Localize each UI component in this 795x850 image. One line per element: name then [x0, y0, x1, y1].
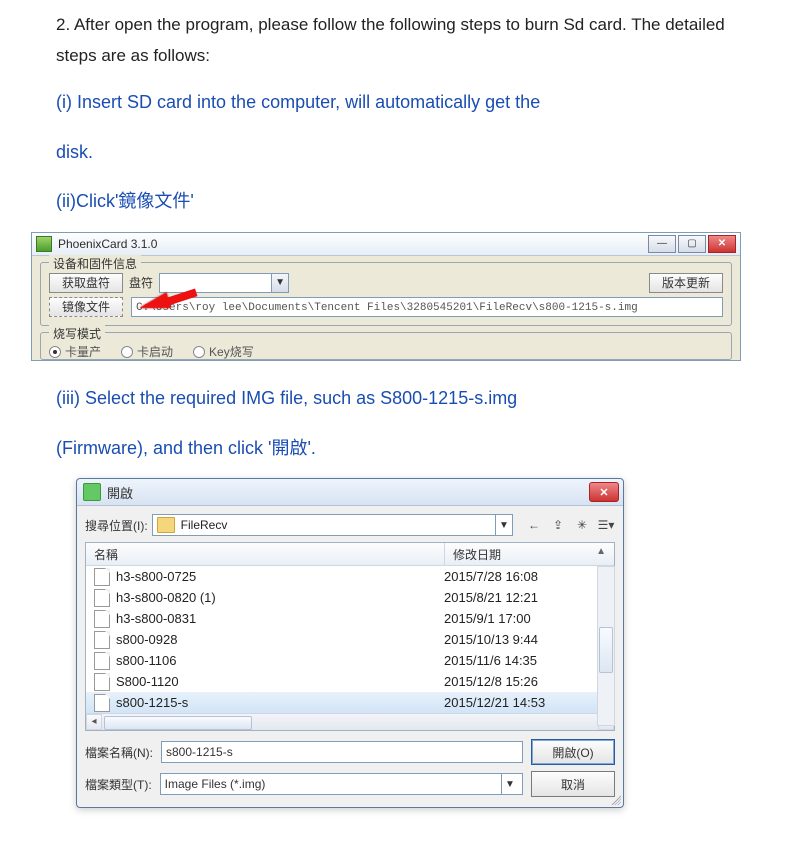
column-headers[interactable]: 名稱 修改日期 ▲ — [86, 543, 614, 566]
file-icon — [94, 694, 110, 712]
radio-mass-production[interactable]: 卡量产 — [49, 345, 101, 359]
app-icon — [36, 236, 52, 252]
cancel-button[interactable]: 取消 — [531, 771, 615, 797]
radio-label: 卡启动 — [137, 345, 173, 359]
file-icon — [94, 589, 110, 607]
file-date: 2015/12/8 15:26 — [436, 671, 614, 692]
file-date: 2015/8/21 12:21 — [436, 587, 614, 608]
doc-step-ii: (ii)Click'鏡像文件' — [56, 182, 739, 222]
radio-label: 卡量产 — [65, 345, 101, 359]
file-icon — [94, 610, 110, 628]
scrollbar-thumb[interactable] — [104, 716, 252, 730]
sort-asc-icon: ▲ — [596, 546, 606, 557]
file-name: h3-s800-0831 — [116, 611, 196, 626]
device-fieldset-legend: 设备和固件信息 — [49, 255, 141, 272]
version-update-button[interactable]: 版本更新 — [649, 273, 723, 293]
doc-step2-intro: 2. After open the program, please follow… — [56, 10, 739, 71]
filetype-combo[interactable]: Image Files (*.img) ▼ — [160, 773, 523, 795]
file-icon — [94, 652, 110, 670]
radio-card-boot[interactable]: 卡启动 — [121, 345, 173, 359]
new-folder-icon[interactable]: ✳ — [573, 516, 591, 534]
file-row[interactable]: s800-1215-s 2015/12/21 14:53 — [86, 692, 614, 713]
file-name: h3-s800-0820 (1) — [116, 590, 216, 605]
burn-mode-fieldset: 烧写模式 卡量产 卡启动 Key烧写 — [40, 332, 732, 360]
file-name: s800-1215-s — [116, 695, 188, 710]
disk-label: 盘符 — [129, 274, 153, 291]
vertical-scrollbar[interactable] — [597, 566, 615, 726]
file-row[interactable]: h3-s800-0725 2015/7/28 16:08 — [86, 566, 614, 587]
file-icon — [94, 568, 110, 586]
col-date-header[interactable]: 修改日期 ▲ — [445, 543, 614, 565]
burn-mode-legend: 烧写模式 — [49, 325, 105, 342]
file-date: 2015/7/28 16:08 — [436, 566, 614, 587]
dialog-close-button[interactable]: ✕ — [589, 482, 619, 502]
file-row[interactable]: S800-1120 2015/12/8 15:26 — [86, 671, 614, 692]
col-name-header[interactable]: 名稱 — [86, 543, 445, 565]
dialog-title: 開啟 — [107, 483, 589, 502]
chevron-down-icon: ▼ — [271, 274, 288, 292]
filename-input[interactable]: s800-1215-s — [161, 741, 523, 763]
up-folder-icon[interactable]: ⇪ — [549, 516, 567, 534]
nav-back-icon[interactable]: ← — [525, 516, 543, 534]
radio-icon — [49, 346, 61, 358]
image-file-button[interactable]: 镜像文件 — [49, 297, 123, 317]
horizontal-scrollbar[interactable] — [86, 713, 614, 730]
folder-icon — [157, 517, 175, 533]
file-date: 2015/10/13 9:44 — [436, 629, 614, 650]
filename-label: 檔案名稱(N): — [85, 744, 153, 761]
minimize-button[interactable]: — — [648, 235, 676, 253]
file-icon — [94, 673, 110, 691]
dialog-titlebar[interactable]: 開啟 ✕ — [77, 479, 623, 506]
file-name: S800-1120 — [116, 674, 179, 689]
file-name: s800-1106 — [116, 653, 176, 668]
chevron-down-icon: ▼ — [495, 515, 512, 535]
phoenixcard-window: PhoenixCard 3.1.0 — ▢ ✕ 设备和固件信息 获取盘符 盘符 … — [31, 232, 741, 361]
radio-label: Key烧写 — [209, 345, 254, 359]
look-in-combo[interactable]: FileRecv ▼ — [152, 514, 513, 536]
look-in-label: 搜尋位置(I): — [85, 517, 148, 534]
file-date: 2015/9/1 17:00 — [436, 608, 614, 629]
radio-key-burn[interactable]: Key烧写 — [193, 345, 254, 359]
view-menu-icon[interactable]: ☰▾ — [597, 516, 615, 534]
open-button[interactable]: 開啟(O) — [531, 739, 615, 765]
file-row[interactable]: s800-0928 2015/10/13 9:44 — [86, 629, 614, 650]
window-title: PhoenixCard 3.1.0 — [58, 237, 648, 251]
file-row[interactable]: h3-s800-0820 (1) 2015/8/21 12:21 — [86, 587, 614, 608]
file-icon — [94, 631, 110, 649]
file-row[interactable]: s800-1106 2015/11/6 14:35 — [86, 650, 614, 671]
scrollbar-thumb[interactable] — [599, 627, 613, 673]
filetype-value: Image Files (*.img) — [165, 777, 266, 791]
chevron-down-icon: ▼ — [501, 774, 518, 794]
radio-icon — [121, 346, 133, 358]
close-button[interactable]: ✕ — [708, 235, 736, 253]
filetype-label: 檔案類型(T): — [85, 776, 152, 793]
file-date: 2015/12/21 14:53 — [436, 692, 614, 713]
file-name: s800-0928 — [116, 632, 177, 647]
maximize-button[interactable]: ▢ — [678, 235, 706, 253]
doc-step-iii-line2: (Firmware), and then click '開啟'. — [56, 429, 739, 469]
doc-step-iii-line1: (iii) Select the required IMG file, such… — [56, 379, 739, 419]
file-date: 2015/11/6 14:35 — [436, 650, 614, 671]
disk-combo[interactable]: ▼ — [159, 273, 289, 293]
device-firmware-fieldset: 设备和固件信息 获取盘符 盘符 ▼ 版本更新 镜像文件 C:\Users\roy… — [40, 262, 732, 326]
doc-step-i-line2: disk. — [56, 133, 739, 173]
open-file-dialog: 開啟 ✕ 搜尋位置(I): FileRecv ▼ ← ⇪ ✳ ☰▾ — [76, 478, 624, 808]
resize-grip-icon[interactable] — [609, 793, 621, 805]
app-icon — [83, 483, 101, 501]
doc-step-i-line1: (i) Insert SD card into the computer, wi… — [56, 83, 739, 123]
look-in-value: FileRecv — [181, 518, 495, 532]
window-titlebar[interactable]: PhoenixCard 3.1.0 — ▢ ✕ — [32, 233, 740, 256]
file-name: h3-s800-0725 — [116, 569, 196, 584]
col-date-label: 修改日期 — [453, 548, 501, 562]
file-row[interactable]: h3-s800-0831 2015/9/1 17:00 — [86, 608, 614, 629]
get-disk-button[interactable]: 获取盘符 — [49, 273, 123, 293]
filename-value: s800-1215-s — [166, 745, 233, 759]
file-list[interactable]: 名稱 修改日期 ▲ h3-s800-07252015/7/28 16:08h3-… — [85, 542, 615, 731]
image-path-field[interactable]: C:\Users\roy lee\Documents\Tencent Files… — [131, 297, 723, 317]
radio-icon — [193, 346, 205, 358]
